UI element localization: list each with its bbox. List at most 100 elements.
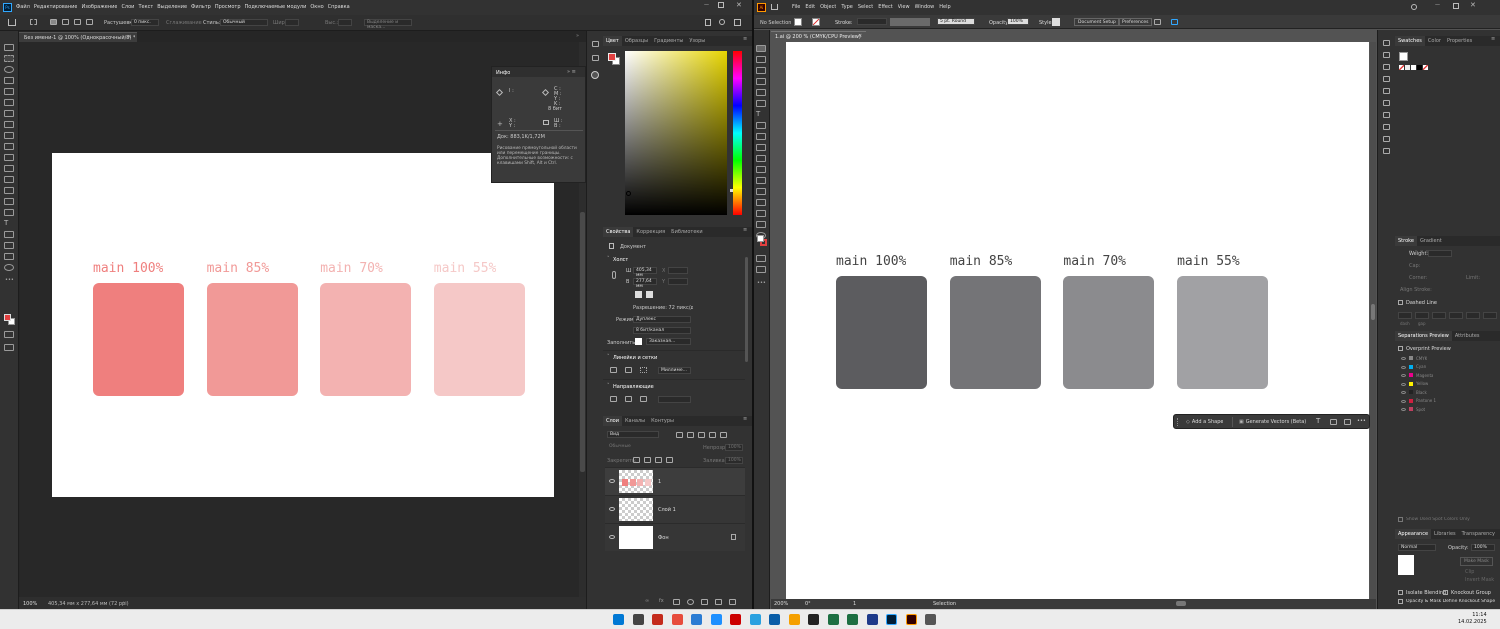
- guides-section-title[interactable]: Направляющие: [613, 384, 654, 390]
- ai-stroke-swatch[interactable]: [812, 18, 820, 26]
- taskbar-chrome-icon[interactable]: [671, 614, 683, 625]
- gradient-tool-icon[interactable]: [4, 176, 14, 183]
- lock-artboard-icon[interactable]: [655, 457, 662, 463]
- intersect-selection-icon[interactable]: [86, 19, 93, 25]
- taskbar-image-icon[interactable]: [1330, 419, 1337, 425]
- fill-swatch[interactable]: [635, 338, 642, 345]
- ai-status-mode[interactable]: Selection: [933, 601, 956, 607]
- ps-swatch-rect[interactable]: [206, 283, 298, 396]
- taskbar-app-teal-icon[interactable]: [769, 614, 780, 625]
- home-icon[interactable]: [8, 19, 16, 26]
- shape-tool-icon[interactable]: [4, 242, 14, 249]
- layer-row[interactable]: Фон: [605, 523, 745, 551]
- taskbar-teams-icon[interactable]: [866, 614, 878, 625]
- generate-vectors-button[interactable]: ▣ Generate Vectors (Beta): [1236, 417, 1309, 427]
- move-tool-icon[interactable]: [4, 44, 14, 51]
- ps-props-tab[interactable]: Свойства: [603, 227, 634, 237]
- ai-app-icon[interactable]: Ai: [757, 3, 766, 12]
- filter-type-icon[interactable]: [698, 432, 705, 438]
- rulers-section-title[interactable]: Линейки и сетки: [613, 355, 657, 361]
- add-selection-icon[interactable]: [62, 19, 69, 25]
- layer-row[interactable]: 1: [605, 467, 745, 495]
- ai-swatch-fill[interactable]: [1399, 52, 1408, 61]
- guides-chevron-icon[interactable]: ˅: [607, 383, 610, 389]
- crop-tool-icon[interactable]: [4, 88, 14, 95]
- ai-blend-tool-icon[interactable]: [756, 199, 766, 206]
- taskbar-todo-icon[interactable]: [710, 614, 722, 625]
- ai-gradient-tool-icon[interactable]: [756, 177, 766, 184]
- filter-shape-icon[interactable]: [709, 432, 716, 438]
- guide-style-select[interactable]: [658, 396, 691, 403]
- workspace-icon[interactable]: [734, 19, 741, 26]
- filter-smart-icon[interactable]: [720, 432, 727, 438]
- ink-visibility-icon[interactable]: [1401, 374, 1406, 377]
- share-icon[interactable]: [705, 19, 711, 26]
- props-scrollbar[interactable]: [745, 257, 748, 362]
- ai-trans-tab[interactable]: Appearance: [1395, 529, 1432, 539]
- landscape-icon[interactable]: [646, 291, 653, 298]
- foreground-color-swatch[interactable]: [4, 314, 11, 321]
- eraser-tool-icon[interactable]: [4, 165, 14, 172]
- ps-artboard[interactable]: main 100% main 85% main 70% main 55%: [52, 153, 554, 497]
- ai-menu-item[interactable]: Select: [858, 4, 873, 10]
- ai-dashed-checkbox[interactable]: [1398, 300, 1403, 305]
- ai-arrange-icon[interactable]: [1154, 19, 1161, 25]
- ai-swatch-tab[interactable]: Swatches: [1395, 36, 1425, 46]
- ai-width-tool-icon[interactable]: [756, 155, 766, 162]
- ai-selection-tool-icon[interactable]: [756, 45, 766, 52]
- pixel-grid-icon[interactable]: [640, 367, 647, 373]
- ai-doc-tab[interactable]: 1.ai @ 200 % (CMYK/CPU Preview) ✕: [771, 31, 866, 41]
- ai-rotate-tool-icon[interactable]: [756, 122, 766, 129]
- hue-slider[interactable]: [730, 51, 742, 215]
- canvas-y-input[interactable]: [668, 278, 688, 285]
- ai-stroke-weight[interactable]: [857, 18, 887, 25]
- ai-dash-field-2[interactable]: [1432, 312, 1446, 319]
- ai-symbol-tool-icon[interactable]: [756, 210, 766, 217]
- ai-screen-mode-icon[interactable]: [756, 266, 766, 273]
- ai-gap-field-2[interactable]: [1449, 312, 1463, 319]
- ps-layers-tab[interactable]: Контуры: [648, 416, 677, 426]
- eyedropper-tool-icon[interactable]: [4, 110, 14, 117]
- blend-mode-select[interactable]: Обычные: [607, 444, 659, 451]
- layer-row[interactable]: Слой 1: [605, 495, 745, 523]
- ai-swatch-rect[interactable]: [949, 276, 1041, 389]
- new-layer-icon[interactable]: [715, 599, 722, 605]
- ai-shape-builder-tool-icon[interactable]: [756, 166, 766, 173]
- ps-swatch-rect[interactable]: [433, 283, 525, 396]
- select-mask-button[interactable]: Выделение и маска...: [364, 19, 412, 30]
- taskbar-grip-icon[interactable]: [1177, 418, 1179, 426]
- taskbar-type-icon[interactable]: T: [1316, 417, 1320, 425]
- color-field[interactable]: [625, 51, 727, 215]
- ai-swatch-tab[interactable]: Properties: [1444, 36, 1475, 46]
- style-select[interactable]: Обычный: [220, 19, 268, 26]
- rulers-chevron-icon[interactable]: ˅: [607, 354, 610, 360]
- delete-layer-icon[interactable]: [729, 599, 736, 605]
- guide-lock-icon[interactable]: [610, 396, 617, 402]
- ai-gap-field-3[interactable]: [1483, 312, 1497, 319]
- ai-brush-select[interactable]: 5 pt. Round: [937, 18, 975, 25]
- ai-type-tool-icon[interactable]: T: [756, 111, 766, 118]
- layer-visibility-icon[interactable]: [609, 507, 615, 511]
- screen-mode-icon[interactable]: [4, 344, 14, 351]
- ai-curvature-tool-icon[interactable]: [756, 89, 766, 96]
- ai-panel-icon-8[interactable]: [1383, 124, 1390, 130]
- layer-fx-icon[interactable]: fx: [659, 598, 664, 604]
- canvas-height-input[interactable]: 277,64 мм: [633, 278, 657, 289]
- ai-close-button[interactable]: ✕: [1470, 1, 1476, 9]
- ai-menu-item[interactable]: Window: [915, 4, 935, 10]
- ps-swatch-rect[interactable]: [93, 283, 184, 396]
- ai-menu-item[interactable]: Type: [841, 4, 852, 10]
- ai-eyedropper-tool-icon[interactable]: [756, 188, 766, 195]
- layer-visibility-icon[interactable]: [609, 479, 615, 483]
- ps-color-tab[interactable]: Градиенты: [651, 36, 686, 46]
- ai-pen-tool-icon[interactable]: [756, 78, 766, 85]
- ai-prefs-button[interactable]: Preferences: [1118, 18, 1153, 26]
- path-select-tool-icon[interactable]: [4, 231, 14, 238]
- ai-maximize-button[interactable]: [1453, 3, 1459, 9]
- hand-tool-icon[interactable]: [4, 253, 14, 260]
- ps-menu-item[interactable]: Справка: [328, 4, 350, 10]
- ps-minimize-button[interactable]: —: [704, 2, 709, 8]
- ps-tab-collapse-icon[interactable]: »: [576, 33, 579, 39]
- ps-menu-item[interactable]: Файл: [16, 4, 30, 10]
- taskbar-word-icon[interactable]: [847, 614, 858, 625]
